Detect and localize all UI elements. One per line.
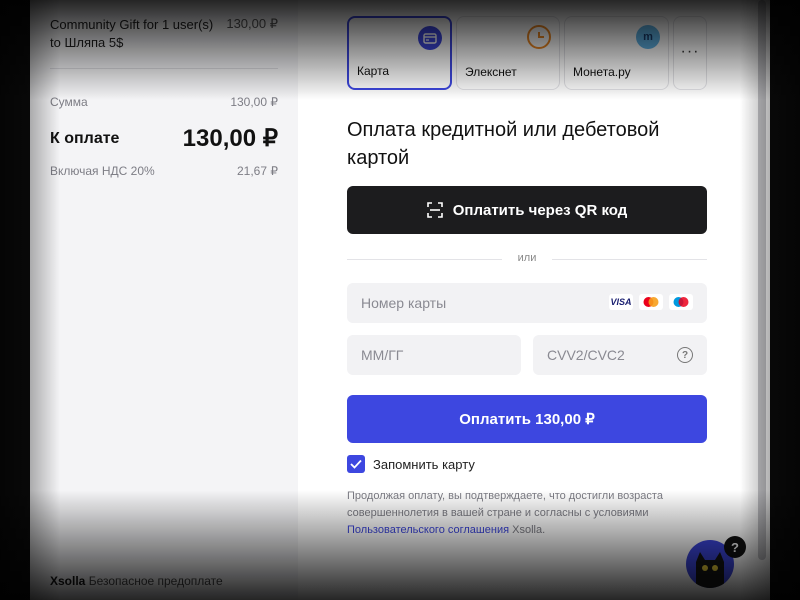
card-number-field[interactable]: Номер карты VISA (347, 283, 707, 323)
expiry-field[interactable]: ММ/ГГ (347, 335, 521, 375)
total-label: К оплате (50, 129, 120, 147)
security-text: Безопасное предоплате (88, 574, 223, 588)
scrollbar[interactable] (758, 0, 766, 560)
security-footer: Xsolla Безопасное предоплате (50, 574, 223, 588)
subtotal-label: Сумма (50, 95, 88, 109)
help-icon[interactable]: ? (677, 347, 693, 363)
qr-scan-icon (426, 202, 443, 218)
order-item: Community Gift for 1 user(s) to Шляпа 5$… (50, 16, 278, 52)
method-moneta[interactable]: m Монета.ру (564, 16, 669, 90)
item-price: 130,00 ₽ (226, 16, 278, 31)
method-card[interactable]: Карта (347, 16, 452, 90)
remember-card[interactable]: Запомнить карту (347, 455, 475, 473)
qr-pay-button[interactable]: Оплатить через QR код (347, 186, 707, 234)
cvv-field[interactable]: CVV2/CVC2 ? (533, 335, 707, 375)
more-icon: ··· (680, 43, 700, 60)
moneta-icon: m (636, 25, 660, 49)
or-text: или (517, 252, 537, 264)
remember-card-checkbox[interactable] (347, 455, 365, 473)
total-row: К оплате 130,00 ₽ (50, 124, 278, 153)
card-logos: VISA (609, 294, 693, 310)
separator-line-right (552, 259, 707, 260)
vat-row: Включая НДС 20% 21,67 ₽ (50, 164, 278, 178)
eleksnet-icon (527, 25, 551, 49)
checkmark-icon (350, 459, 362, 469)
divider (50, 68, 278, 69)
form-title: Оплата кредитной или дебетовой картой (347, 119, 660, 169)
visa-logo-text: VISA (610, 297, 632, 307)
legal-text: Продолжая оплату, вы подтверждаете, что … (347, 490, 663, 519)
legal-notice: Продолжая оплату, вы подтверждаете, что … (347, 488, 719, 539)
subtotal-row: Сумма 130,00 ₽ (50, 95, 278, 109)
user-agreement-link[interactable]: Пользовательского соглашения (347, 524, 509, 536)
cvv-placeholder: CVV2/CVC2 (547, 347, 625, 363)
vat-value: 21,67 ₽ (237, 164, 278, 178)
qr-pay-label: Оплатить через QR код (452, 201, 628, 219)
total-amount: 130,00 ₽ (182, 125, 278, 152)
order-summary: Community Gift for 1 user(s) to Шляпа 5$… (30, 0, 298, 600)
mastercard-icon (639, 294, 663, 310)
help-badge[interactable]: ? (724, 536, 746, 558)
or-separator: или (347, 252, 707, 266)
more-methods-button[interactable]: ··· (673, 16, 707, 90)
method-moneta-label: Монета.ру (573, 65, 631, 79)
legal-suffix: Xsolla. (512, 524, 546, 536)
payment-window: Community Gift for 1 user(s) to Шляпа 5$… (30, 0, 770, 600)
card-icon (418, 26, 442, 50)
card-number-placeholder: Номер карты (361, 295, 447, 311)
method-eleksnet-label: Элекснет (465, 65, 517, 79)
maestro-icon (669, 294, 693, 310)
subtotal-value: 130,00 ₽ (230, 95, 278, 109)
visa-icon: VISA (609, 294, 633, 310)
method-card-label: Карта (357, 64, 390, 78)
expiry-placeholder: ММ/ГГ (361, 347, 404, 363)
remember-card-label: Запомнить карту (373, 456, 475, 472)
vat-label: Включая НДС 20% (50, 164, 155, 178)
xsolla-brand: Xsolla (50, 574, 86, 588)
method-eleksnet[interactable]: Элекснет (456, 16, 560, 90)
item-name: Community Gift for 1 user(s) to Шляпа 5$ (50, 17, 214, 50)
pay-button-label: Оплатить 130,00 ₽ (459, 411, 595, 428)
pay-button[interactable]: Оплатить 130,00 ₽ (347, 395, 707, 443)
